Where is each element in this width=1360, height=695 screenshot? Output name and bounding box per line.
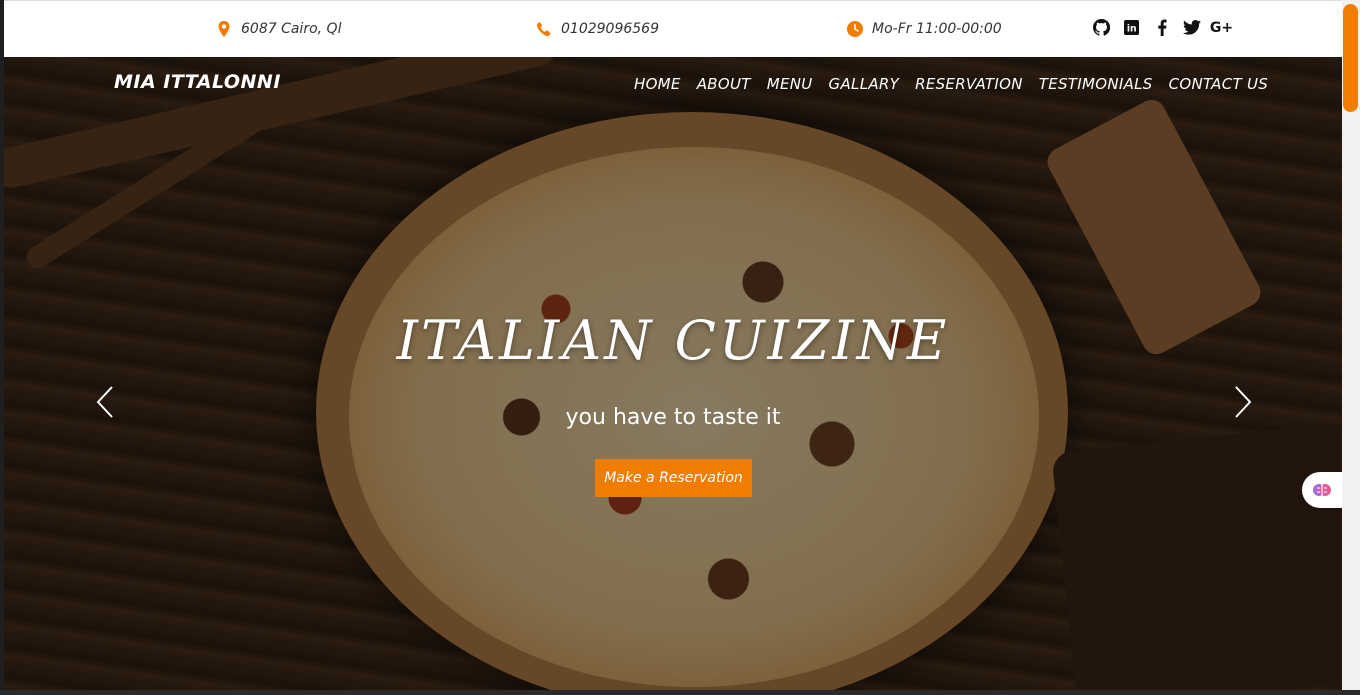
scrollbar-thumb[interactable] [1343, 4, 1358, 112]
hours-info: Mo-Fr 11:00-00:00 [847, 18, 1002, 40]
page-scrollbar[interactable] [1342, 0, 1360, 695]
nav-testimonials[interactable]: TESTIMONIALS [1039, 75, 1153, 93]
twitter-icon[interactable] [1182, 18, 1201, 37]
hero-carousel: MIA ITTALONNI HOME ABOUT MENU GALLARY RE… [4, 57, 1342, 695]
nav-contact-us[interactable]: CONTACT US [1169, 75, 1268, 93]
svg-text:in: in [1127, 24, 1137, 35]
nav-about[interactable]: ABOUT [697, 75, 751, 93]
make-reservation-button[interactable]: Make a Reservation [595, 459, 752, 497]
social-links: in G+ [1092, 18, 1233, 37]
bottom-edge [0, 690, 1360, 695]
hours-text: Mo-Fr 11:00-00:00 [872, 21, 1002, 37]
facebook-icon[interactable] [1152, 18, 1171, 37]
top-info-bar: 6087 Cairo, Ql 01029096569 Mo-Fr 11:00-0… [4, 0, 1342, 58]
floating-helper-button[interactable] [1302, 472, 1342, 508]
phone-text: 01029096569 [561, 21, 659, 37]
nav-gallary[interactable]: GALLARY [829, 75, 900, 93]
phone-info: 01029096569 [536, 18, 659, 40]
nav-reservation[interactable]: RESERVATION [915, 75, 1023, 93]
hero-overlay [4, 57, 1342, 695]
address-info: 6087 Cairo, Ql [216, 18, 341, 40]
chevron-left-icon[interactable] [94, 385, 118, 419]
phone-icon [536, 22, 551, 37]
address-text: 6087 Cairo, Ql [241, 21, 342, 37]
brand-logo[interactable]: MIA ITTALONNI [114, 71, 281, 93]
linkedin-icon[interactable]: in [1122, 18, 1141, 37]
nav-home[interactable]: HOME [634, 75, 681, 93]
google-plus-icon[interactable]: G+ [1210, 18, 1233, 37]
github-icon[interactable] [1092, 18, 1111, 37]
main-nav: HOME ABOUT MENU GALLARY RESERVATION TEST… [634, 75, 1284, 93]
chevron-right-icon[interactable] [1230, 385, 1254, 419]
brain-icon [1313, 484, 1331, 496]
nav-menu[interactable]: MENU [767, 75, 813, 93]
hero-title: ITALIAN CUIZINE [396, 309, 950, 372]
map-pin-icon [218, 21, 230, 37]
hero-subtitle: you have to taste it [565, 405, 781, 430]
page-frame: 6087 Cairo, Ql 01029096569 Mo-Fr 11:00-0… [4, 0, 1342, 695]
clock-icon [847, 21, 863, 37]
